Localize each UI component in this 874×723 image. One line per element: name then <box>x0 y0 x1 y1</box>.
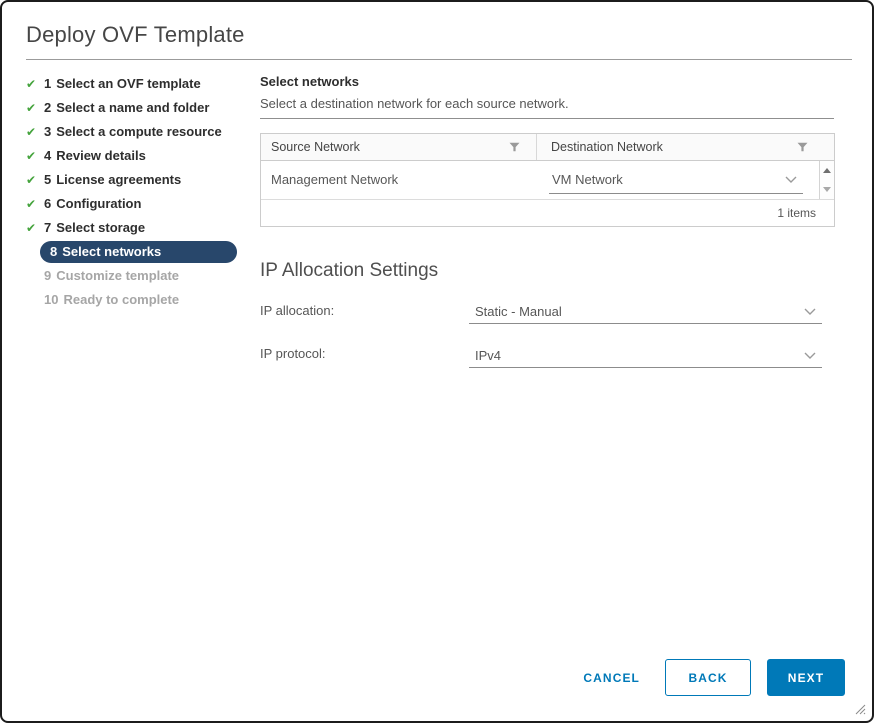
dialog-action-bar: CANCEL BACK NEXT <box>583 659 845 696</box>
step-6-configuration[interactable]: ✔ 6 Configuration <box>26 192 246 216</box>
ip-protocol-label: IP protocol: <box>260 346 326 361</box>
active-step-pill: 8 Select networks <box>40 241 237 263</box>
checkmark-icon: ✔ <box>26 77 37 91</box>
destination-network-select[interactable]: VM Network <box>549 165 803 194</box>
step-3-select-compute-resource[interactable]: ✔ 3 Select a compute resource <box>26 120 246 144</box>
next-button[interactable]: NEXT <box>767 659 845 696</box>
table-header-row: Source Network Destination Network <box>261 134 834 161</box>
wizard-steps-nav: ✔ 1 Select an OVF template ✔ 2 Select a na… <box>26 72 246 312</box>
table-row: Management Network VM Network <box>261 161 834 199</box>
back-button[interactable]: BACK <box>665 659 751 696</box>
ip-allocation-select[interactable]: Static - Manual <box>469 299 822 324</box>
checkmark-icon: ✔ <box>26 101 37 115</box>
filter-icon[interactable] <box>797 142 808 153</box>
step-8-select-networks-active[interactable]: 8 Select networks <box>26 240 246 264</box>
ip-allocation-label: IP allocation: <box>260 303 335 318</box>
ip-allocation-settings-heading: IP Allocation Settings <box>260 260 439 281</box>
checkmark-icon: ✔ <box>26 221 37 235</box>
checkmark-icon: ✔ <box>26 197 37 211</box>
column-header-source-network: Source Network <box>261 134 536 160</box>
dialog-title: Deploy OVF Template <box>26 22 245 47</box>
step-5-license-agreements[interactable]: ✔ 5 License agreements <box>26 168 246 192</box>
chevron-down-icon <box>785 176 797 184</box>
checkmark-icon: ✔ <box>26 125 37 139</box>
deploy-ovf-template-dialog: Deploy OVF Template ✔ 1 Select an OVF tem… <box>0 0 874 723</box>
page-subheading: Select a destination network for each so… <box>260 96 569 111</box>
resize-grip-icon[interactable] <box>854 703 866 715</box>
title-divider <box>26 59 852 60</box>
heading-divider <box>260 118 834 119</box>
scroll-up-icon[interactable] <box>823 168 831 173</box>
step-1-select-ovf-template[interactable]: ✔ 1 Select an OVF template <box>26 72 246 96</box>
step-7-select-storage[interactable]: ✔ 7 Select storage <box>26 216 246 240</box>
chevron-down-icon <box>804 308 816 316</box>
scroll-down-icon[interactable] <box>823 187 831 192</box>
table-scrollbar[interactable] <box>819 161 834 199</box>
step-9-customize-template[interactable]: 9 Customize template <box>26 264 246 288</box>
items-count: 1 items <box>777 206 816 220</box>
checkmark-icon: ✔ <box>26 149 37 163</box>
checkmark-icon: ✔ <box>26 173 37 187</box>
column-header-destination-network: Destination Network <box>536 134 834 160</box>
step-10-ready-to-complete[interactable]: 10 Ready to complete <box>26 288 246 312</box>
step-4-review-details[interactable]: ✔ 4 Review details <box>26 144 246 168</box>
chevron-down-icon <box>804 352 816 360</box>
table-footer: 1 items <box>261 199 834 226</box>
cancel-button[interactable]: CANCEL <box>583 661 640 694</box>
source-network-cell: Management Network <box>271 172 399 187</box>
filter-icon[interactable] <box>509 142 520 153</box>
network-mapping-table: Source Network Destination Network Manag… <box>260 133 835 227</box>
page-heading: Select networks <box>260 74 359 89</box>
ip-protocol-select[interactable]: IPv4 <box>469 343 822 368</box>
step-2-select-name-folder[interactable]: ✔ 2 Select a name and folder <box>26 96 246 120</box>
